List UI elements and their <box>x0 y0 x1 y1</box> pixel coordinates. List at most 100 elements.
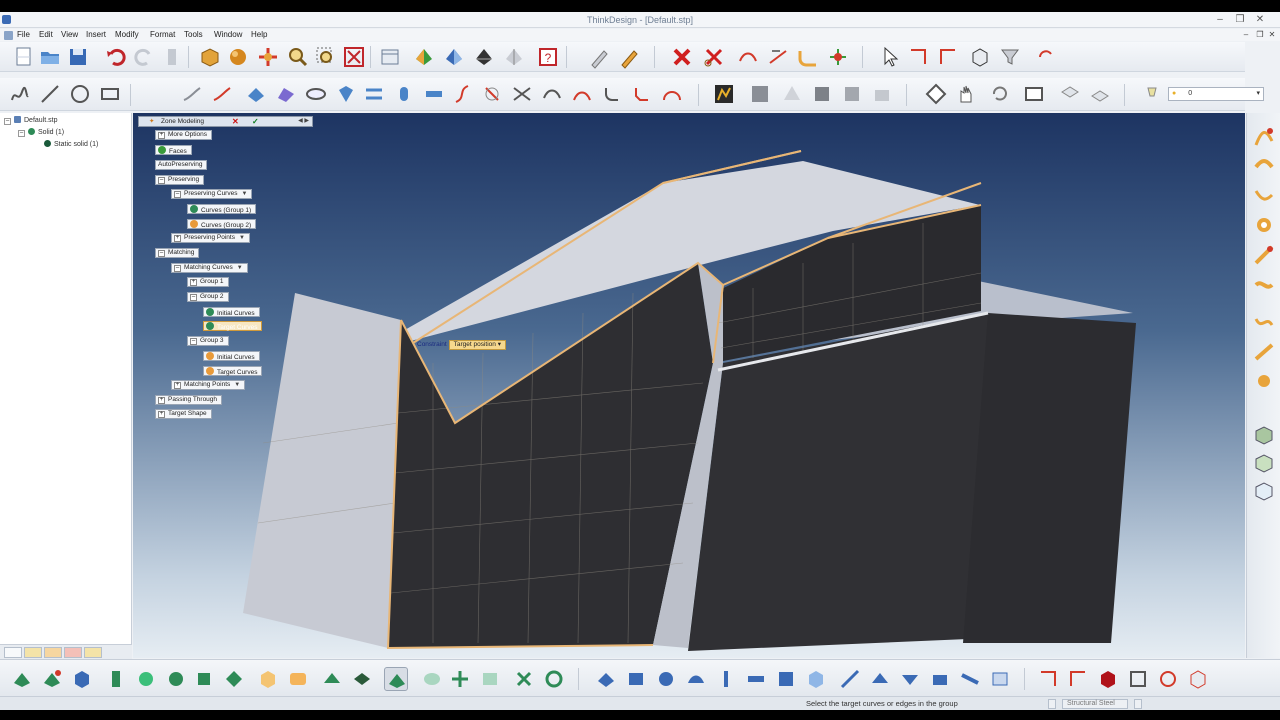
line-icon[interactable] <box>38 82 62 106</box>
render-gray-icon[interactable] <box>502 45 526 69</box>
delete-icon[interactable] <box>670 45 694 69</box>
faces-node[interactable]: Faces <box>155 145 192 155</box>
close-button[interactable]: ✕ <box>1252 13 1268 26</box>
layer-select[interactable]: ● 0 ▾ <box>1168 87 1264 101</box>
feature-14-icon[interactable] <box>420 667 444 691</box>
surface-2-icon[interactable] <box>624 667 648 691</box>
chevron-down-icon[interactable]: ▼ <box>241 191 247 197</box>
feature-9-icon[interactable] <box>256 667 280 691</box>
collapse-icon[interactable]: – <box>4 118 11 125</box>
3d-model[interactable] <box>133 113 1245 658</box>
edit-4-icon[interactable] <box>1126 667 1150 691</box>
extend-icon[interactable] <box>766 45 790 69</box>
ellipse-icon[interactable] <box>304 82 328 106</box>
edit-5-icon[interactable] <box>1156 667 1180 691</box>
cut-icon[interactable] <box>702 45 726 69</box>
menu-edit[interactable]: Edit <box>39 30 53 39</box>
hand-pan-icon[interactable] <box>954 82 978 106</box>
feature-11-icon[interactable] <box>320 667 344 691</box>
surface-7-icon[interactable] <box>774 667 798 691</box>
spline-icon[interactable] <box>210 82 234 106</box>
edit-3-icon[interactable] <box>1096 667 1120 691</box>
group-3-node[interactable]: – Group 3 <box>187 336 229 346</box>
feature-8-icon[interactable] <box>222 667 246 691</box>
new-file-icon[interactable] <box>12 45 36 69</box>
clipboard-icon[interactable] <box>160 45 184 69</box>
trim-icon[interactable] <box>736 45 760 69</box>
solid-box-icon[interactable] <box>198 45 222 69</box>
chevron-down-icon[interactable]: ▼ <box>234 382 240 388</box>
tree-solid[interactable]: – Solid (1) <box>18 128 64 137</box>
collapse-icon[interactable]: – <box>158 177 165 184</box>
feature-12-icon[interactable] <box>350 667 374 691</box>
fillet-icon[interactable] <box>796 45 820 69</box>
offset-curve-icon[interactable] <box>540 82 564 106</box>
feature-4-icon[interactable] <box>104 667 128 691</box>
menu-modify[interactable]: Modify <box>115 30 139 39</box>
collapse-icon[interactable]: – <box>190 294 197 301</box>
surface-14-icon[interactable] <box>988 667 1012 691</box>
confirm-icon[interactable]: ✓ <box>252 117 262 126</box>
tab-tree-icon[interactable] <box>24 647 42 658</box>
surface-4-icon[interactable] <box>684 667 708 691</box>
pencil-icon[interactable] <box>588 45 612 69</box>
edit-shape-icon[interactable] <box>748 82 772 106</box>
expand-icon[interactable]: + <box>174 235 181 242</box>
patch-icon[interactable] <box>334 82 358 106</box>
feature-5-icon[interactable] <box>134 667 158 691</box>
preserving-curves-node[interactable]: – Preserving Curves ▼ <box>171 189 253 199</box>
solid-tool-2-icon[interactable] <box>1252 451 1276 475</box>
surface-blue-icon[interactable] <box>244 82 268 106</box>
menu-tools[interactable]: Tools <box>184 30 203 39</box>
initial-curves-3-node[interactable]: Initial Curves <box>203 351 260 361</box>
zoom-icon[interactable] <box>286 45 310 69</box>
collapse-icon[interactable]: – <box>174 265 181 272</box>
minimize-button[interactable]: – <box>1212 13 1228 26</box>
matching-node[interactable]: – Matching <box>155 248 200 258</box>
passing-through-node[interactable]: + Passing Through <box>155 395 223 405</box>
surface-8-icon[interactable] <box>804 667 828 691</box>
feature-15-icon[interactable] <box>448 667 472 691</box>
edit-1-icon[interactable] <box>1036 667 1060 691</box>
select-edge-icon[interactable] <box>906 45 930 69</box>
frame-icon[interactable] <box>1022 82 1046 106</box>
zoom-all-icon[interactable] <box>342 45 366 69</box>
surface-12-icon[interactable] <box>928 667 952 691</box>
edit-2-icon[interactable] <box>1066 667 1090 691</box>
model-right-face[interactable] <box>963 313 1136 643</box>
expand-icon[interactable]: + <box>190 279 197 286</box>
select-solid-icon[interactable] <box>968 45 992 69</box>
curves-group-2-node[interactable]: Curves (Group 2) <box>187 219 257 229</box>
document-icon[interactable] <box>4 31 13 40</box>
render-dark-icon[interactable] <box>472 45 496 69</box>
tree-root[interactable]: – Default.stp <box>4 116 57 125</box>
feature-10-icon[interactable] <box>286 667 310 691</box>
collapse-icon[interactable]: – <box>158 250 165 257</box>
cylinder-icon[interactable] <box>392 82 416 106</box>
feature-3-icon[interactable] <box>70 667 94 691</box>
tab-library-icon[interactable] <box>84 647 102 658</box>
collapse-icon[interactable]: – <box>190 338 197 345</box>
surface-purple-icon[interactable] <box>274 82 298 106</box>
redo-icon[interactable] <box>132 45 156 69</box>
collapse-icon[interactable]: – <box>18 130 25 137</box>
sphere-icon[interactable] <box>226 45 250 69</box>
matching-points-node[interactable]: + Matching Points ▼ <box>171 380 246 390</box>
rectangle-icon[interactable] <box>98 82 122 106</box>
feature-6-icon[interactable] <box>164 667 188 691</box>
project-icon[interactable] <box>480 82 504 106</box>
curve-tool-1-icon[interactable] <box>1252 125 1276 149</box>
move-icon[interactable] <box>256 45 280 69</box>
surface-6-icon[interactable] <box>744 667 768 691</box>
collapse-icon[interactable]: – <box>174 191 181 198</box>
feature-2-icon[interactable] <box>40 667 64 691</box>
expand-icon[interactable]: + <box>174 382 181 389</box>
more-options-node[interactable]: + More Options <box>155 130 213 140</box>
curve-tool-8-icon[interactable] <box>1252 339 1276 363</box>
menu-window[interactable]: Window <box>214 30 242 39</box>
menu-file[interactable]: File <box>17 30 30 39</box>
3d-viewport[interactable]: ✦ Zone Modeling ✕ ✓ ◀ ▶ + More Options Fa… <box>133 113 1245 658</box>
view-window-icon[interactable] <box>378 45 402 69</box>
help-icon[interactable]: ? <box>536 45 560 69</box>
material-field[interactable]: Structural Steel <box>1062 699 1128 709</box>
